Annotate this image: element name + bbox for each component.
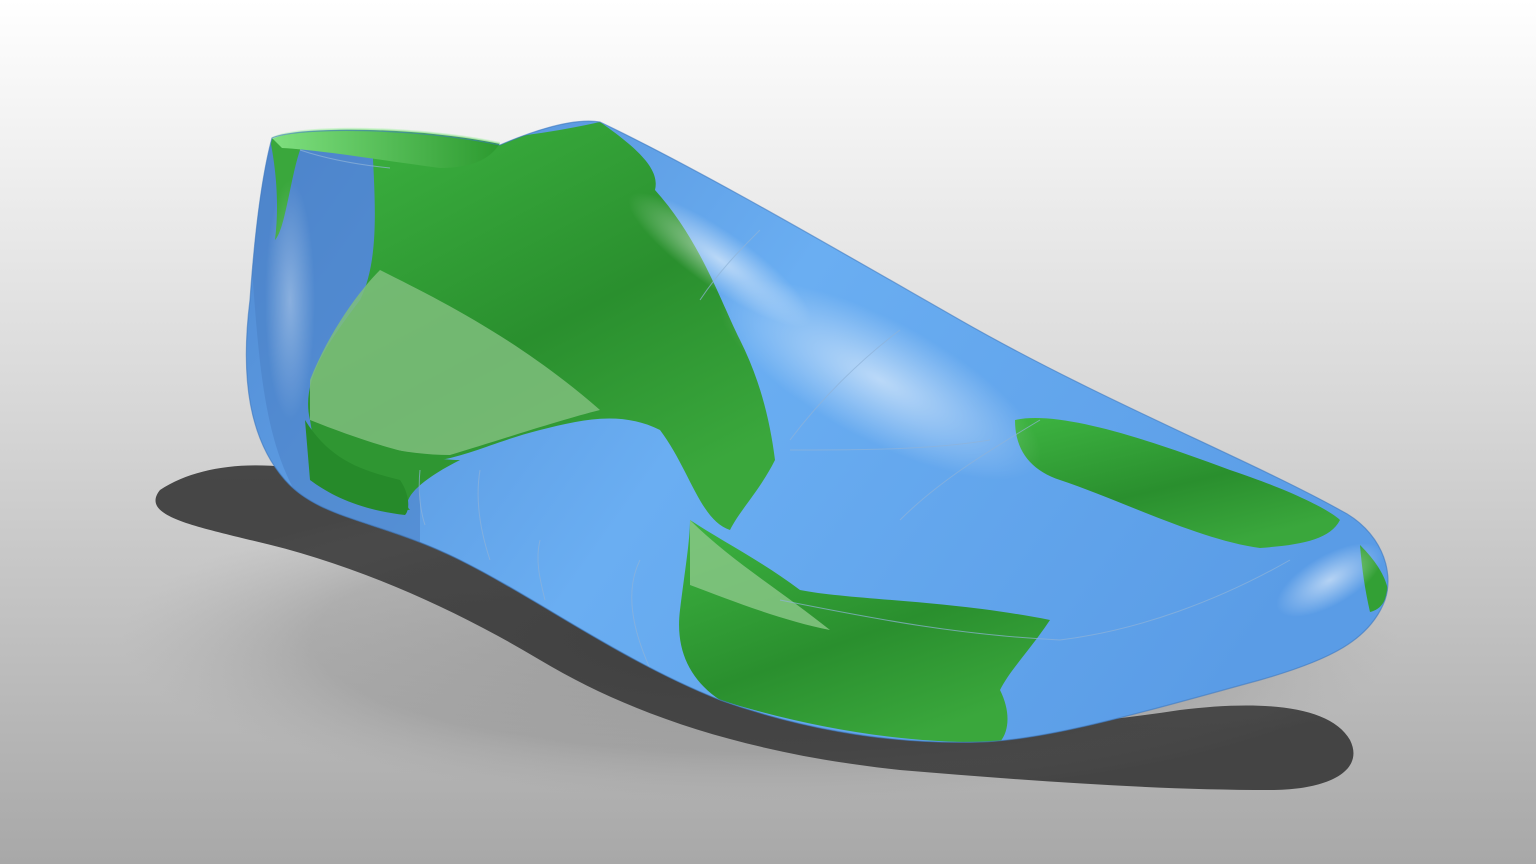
highlight-heel (265, 180, 315, 420)
render-viewport[interactable] (0, 0, 1536, 864)
scene-canvas (0, 0, 1536, 864)
